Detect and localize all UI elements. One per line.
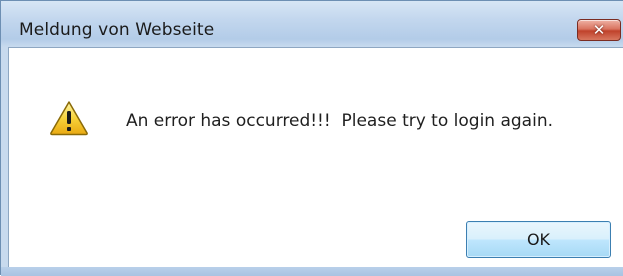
close-icon: ✕ [592, 20, 606, 39]
message-dialog: Meldung von Webseite ✕ An error has occu… [0, 0, 623, 276]
dialog-title: Meldung von Webseite [19, 20, 215, 40]
warning-icon [50, 101, 88, 136]
error-message: An error has occurred!!! Please try to l… [126, 111, 554, 131]
title-bar[interactable]: Meldung von Webseite ✕ [1, 1, 623, 47]
dialog-body: An error has occurred!!! Please try to l… [8, 47, 623, 267]
close-button[interactable]: ✕ [577, 19, 621, 41]
ok-button[interactable]: OK [466, 221, 611, 258]
